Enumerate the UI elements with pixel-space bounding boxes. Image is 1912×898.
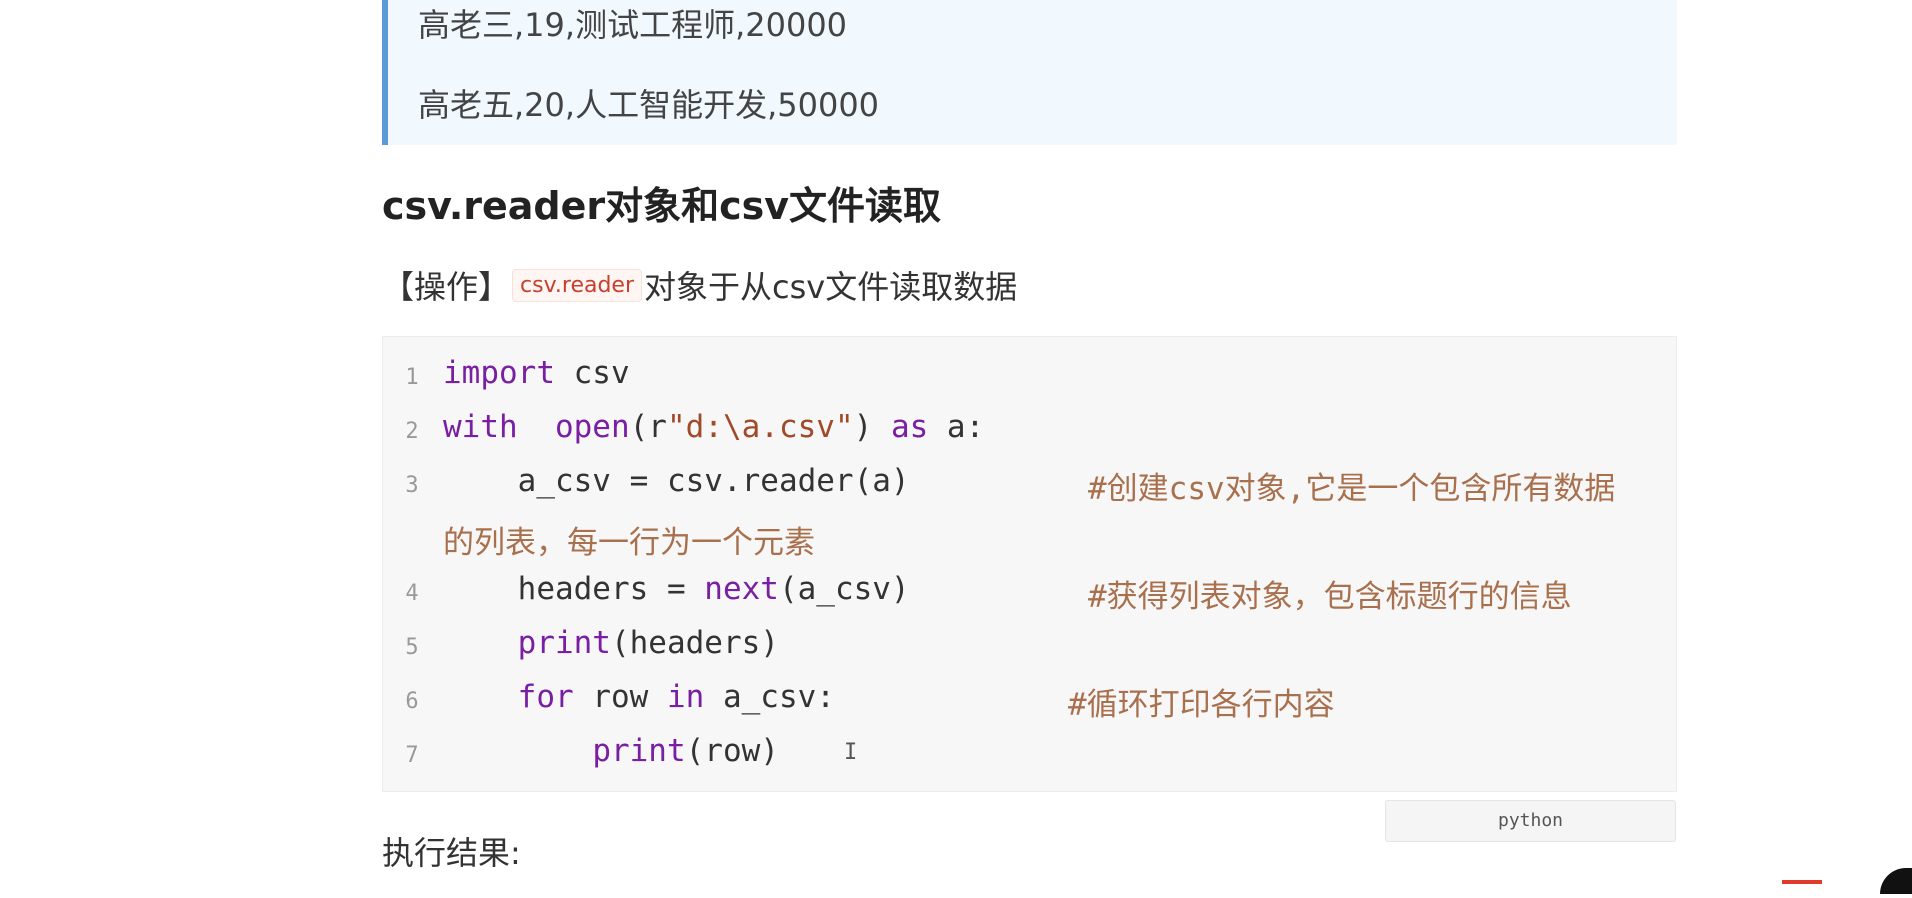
code-line: 5 print(headers)	[383, 625, 1678, 679]
code-text: headers = next(a_csv)	[443, 571, 910, 607]
code-line: 2 with open(r"d:\a.csv") as a:	[383, 409, 1678, 463]
code-token: (row)	[685, 733, 779, 769]
keyword: as	[890, 409, 929, 445]
line-number: 3	[405, 473, 419, 498]
corner-overlay-icon	[1880, 868, 1912, 894]
code-token: headers =	[443, 571, 705, 607]
code-token: (headers)	[610, 625, 779, 661]
data-blockquote: 高老三,19,测试工程师,20000 高老五,20,人工智能开发,50000	[382, 0, 1677, 145]
code-line: 3 a_csv = csv.reader(a) #创建csv对象,它是一个包含所…	[383, 463, 1678, 517]
code-text: print(row)	[443, 733, 779, 769]
code-token: (a_csv)	[778, 571, 910, 607]
code-text: import csv	[443, 355, 630, 391]
line-number: 6	[405, 689, 419, 714]
code-token: (r	[629, 409, 667, 445]
code-token: a:	[928, 409, 985, 445]
code-comment: #获得列表对象，包含标题行的信息	[1088, 579, 1572, 615]
code-token: row	[573, 679, 667, 715]
code-line: 6 for row in a_csv: #循环打印各行内容	[383, 679, 1678, 733]
code-text: for row in a_csv:	[443, 679, 835, 715]
code-comment-wrap: 的列表，每一行为一个元素	[443, 525, 815, 561]
text-cursor-icon: I	[844, 740, 858, 765]
code-line: 7 print(row)	[383, 733, 1678, 787]
code-block[interactable]: 1 import csv 2 with open(r"d:\a.csv") as…	[382, 336, 1677, 792]
csv-row-text: 高老三,19,测试工程师,20000	[418, 6, 848, 44]
inline-code: csv.reader	[512, 268, 643, 302]
line-number: 2	[405, 419, 419, 444]
keyword: import	[443, 355, 555, 391]
line-number: 1	[405, 365, 419, 390]
operation-paragraph: 【操作】 csv.reader 对象于从csv文件读取数据	[382, 262, 1017, 308]
builtin-function: print	[517, 625, 611, 661]
article-content: 高老三,19,测试工程师,20000 高老五,20,人工智能开发,50000 c…	[382, 0, 1677, 792]
operation-suffix: 对象于从csv文件读取数据	[644, 268, 1018, 306]
csv-row-text: 高老五,20,人工智能开发,50000	[418, 86, 880, 124]
keyword: in	[666, 679, 705, 715]
code-token: csv	[554, 355, 630, 391]
code-language-tab[interactable]: python	[1385, 800, 1676, 842]
line-number: 7	[405, 743, 419, 768]
string-literal: "d:\a.csv"	[666, 409, 854, 445]
operation-prefix: 【操作】	[382, 268, 511, 306]
code-token: )	[853, 409, 891, 445]
code-text: with open(r"d:\a.csv") as a:	[443, 409, 984, 445]
keyword: for	[517, 679, 574, 715]
code-comment: #创建csv对象,它是一个包含所有数据	[1088, 471, 1616, 507]
code-token: a_csv:	[704, 679, 835, 715]
code-text: a_csv = csv.reader(a)	[443, 463, 910, 499]
builtin-function: next	[704, 571, 779, 607]
line-number: 4	[405, 581, 419, 606]
code-line: 1 import csv	[383, 355, 1678, 409]
builtin-function: print	[592, 733, 686, 769]
builtin-function: open	[554, 409, 630, 445]
section-heading: csv.reader对象和csv文件读取	[382, 184, 942, 228]
watermark-logo-icon	[1782, 880, 1822, 898]
code-text: print(headers)	[443, 625, 779, 661]
code-line: 4 headers = next(a_csv) #获得列表对象，包含标题行的信息	[383, 571, 1678, 625]
keyword: with	[443, 409, 518, 445]
line-number: 5	[405, 635, 419, 660]
code-comment: #循环打印各行内容	[1068, 687, 1335, 723]
code-line-wrap: 的列表，每一行为一个元素	[383, 517, 1678, 571]
result-label: 执行结果:	[382, 834, 521, 872]
